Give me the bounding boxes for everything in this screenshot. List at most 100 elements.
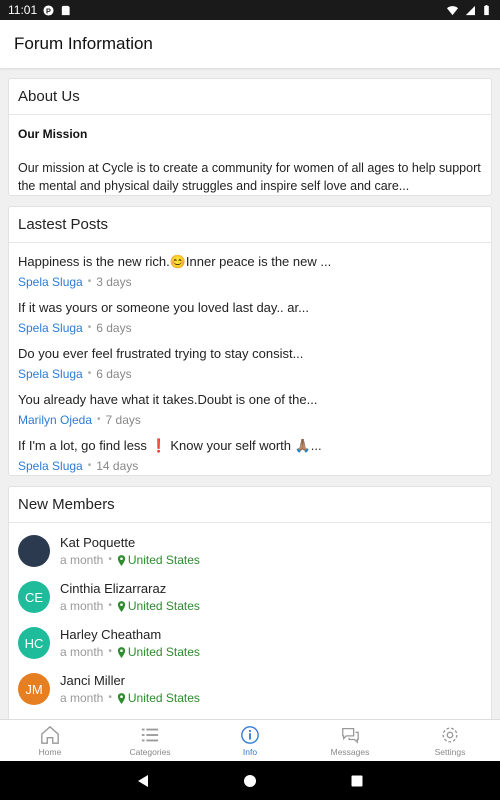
post-meta: Spela Sluga • 14 days — [18, 457, 482, 475]
post-author[interactable]: Spela Sluga — [18, 273, 83, 291]
about-card: About Us Our Mission Our mission at Cycl… — [8, 78, 492, 196]
post-author[interactable]: Spela Sluga — [18, 457, 83, 475]
post-time: 3 days — [96, 275, 132, 289]
post-title[interactable]: If I'm a lot, go find less ❗ Know your s… — [18, 435, 482, 457]
content-scroll[interactable]: About Us Our Mission Our mission at Cycl… — [0, 68, 500, 719]
nav-info[interactable]: Info — [200, 720, 300, 761]
post-meta: Spela Sluga • 3 days — [18, 273, 482, 291]
recents-icon[interactable] — [350, 774, 364, 788]
info-icon — [241, 725, 259, 744]
member-location-text: United States — [127, 645, 200, 659]
member-name[interactable]: Cinthia Elizarraraz — [60, 580, 200, 598]
nav-categories-label: Categories — [129, 746, 171, 757]
app-bar: Forum Information — [0, 20, 500, 68]
location-pin-icon — [117, 646, 125, 658]
member-item[interactable]: JM Janci Miller a month • United States — [9, 661, 491, 707]
page-title: Forum Information — [14, 34, 153, 53]
separator-dot: • — [87, 276, 92, 287]
location-pin-icon — [117, 554, 125, 566]
mission-title: Our Mission — [18, 127, 88, 141]
bottom-nav: Home Categories Info Messages Settings — [0, 719, 500, 761]
status-bar: 11:01 P — [0, 0, 500, 20]
mission-text: Our mission at Cycle is to create a comm… — [18, 161, 481, 193]
post-title[interactable]: If it was yours or someone you loved las… — [18, 297, 482, 319]
system-nav-bar — [0, 761, 500, 800]
svg-text:P: P — [46, 6, 51, 15]
nav-home-label: Home — [38, 746, 62, 757]
app-notification-icon: P — [43, 4, 54, 16]
separator-dot: • — [108, 600, 112, 611]
post-meta: Marilyn Ojeda • 7 days — [18, 411, 482, 429]
nav-categories[interactable]: Categories — [100, 720, 200, 761]
home-icon — [41, 725, 59, 744]
member-name[interactable]: Kat Poquette — [60, 534, 200, 552]
battery-icon — [484, 4, 489, 15]
wifi-icon — [447, 5, 458, 15]
member-time: a month — [60, 553, 104, 567]
avatar[interactable]: HC — [18, 627, 50, 659]
member-name[interactable]: Janci Miller — [60, 672, 200, 690]
post-item[interactable]: Do you ever feel frustrated trying to st… — [9, 343, 491, 383]
post-author[interactable]: Spela Sluga — [18, 319, 83, 337]
post-item[interactable]: If I'm a lot, go find less ❗ Know your s… — [9, 435, 491, 475]
post-item[interactable]: Happiness is the new rich.😊Inner peace i… — [9, 251, 491, 291]
gear-icon — [442, 727, 458, 742]
separator-dot: • — [87, 460, 92, 471]
signal-icon — [465, 5, 475, 15]
separator-dot: • — [87, 322, 92, 333]
separator-dot: • — [87, 368, 92, 379]
member-meta: a month • United States — [60, 644, 200, 660]
back-icon[interactable] — [136, 774, 150, 788]
chat-icon — [342, 727, 359, 744]
post-title[interactable]: Do you ever feel frustrated trying to st… — [18, 343, 482, 365]
status-time: 11:01 — [8, 3, 38, 17]
member-location: United States — [117, 552, 200, 568]
post-time: 6 days — [96, 321, 132, 335]
list-icon — [141, 728, 159, 741]
post-author[interactable]: Spela Sluga — [18, 365, 83, 383]
member-meta: a month • United States — [60, 552, 200, 568]
post-meta: Spela Sluga • 6 days — [18, 365, 482, 383]
post-title[interactable]: You already have what it takes.Doubt is … — [18, 389, 482, 411]
member-location-text: United States — [127, 691, 200, 705]
home-circle-icon[interactable] — [243, 774, 257, 788]
avatar[interactable] — [18, 535, 50, 567]
member-location-text: United States — [127, 553, 200, 567]
member-time: a month — [60, 645, 104, 659]
post-meta: Spela Sluga • 6 days — [18, 319, 482, 337]
separator-dot: • — [108, 646, 112, 657]
avatar[interactable]: CE — [18, 581, 50, 613]
member-time: a month — [60, 599, 104, 613]
post-time: 6 days — [96, 367, 132, 381]
post-time: 14 days — [96, 459, 139, 473]
member-location-text: United States — [127, 599, 200, 613]
members-header: New Members — [9, 487, 491, 523]
member-meta: a month • United States — [60, 690, 200, 706]
about-header: About Us — [9, 79, 491, 115]
post-item[interactable]: You already have what it takes.Doubt is … — [9, 389, 491, 429]
nav-messages[interactable]: Messages — [300, 720, 400, 761]
member-item[interactable]: HC Harley Cheatham a month • United Stat… — [9, 615, 491, 661]
nav-messages-label: Messages — [330, 746, 370, 757]
member-location: United States — [117, 690, 200, 706]
member-item[interactable]: Kat Poquette a month • United States — [9, 523, 491, 569]
member-time: a month — [60, 691, 104, 705]
member-location: United States — [117, 598, 200, 614]
avatar[interactable]: JM — [18, 673, 50, 705]
post-item[interactable]: If it was yours or someone you loved las… — [9, 297, 491, 337]
separator-dot: • — [108, 554, 112, 565]
new-members-card: New Members Kat Poquette a month • Unite… — [8, 486, 492, 719]
member-item[interactable]: CE Cinthia Elizarraraz a month • United … — [9, 569, 491, 615]
posts-header: Lastest Posts — [9, 207, 491, 243]
location-pin-icon — [117, 692, 125, 704]
nav-settings-label: Settings — [434, 746, 466, 757]
post-title[interactable]: Happiness is the new rich.😊Inner peace i… — [18, 251, 482, 273]
location-pin-icon — [117, 600, 125, 612]
nav-settings[interactable]: Settings — [400, 720, 500, 761]
member-name[interactable]: Harley Cheatham — [60, 626, 200, 644]
latest-posts-card: Lastest Posts Happiness is the new rich.… — [8, 206, 492, 476]
member-item[interactable] — [9, 707, 491, 719]
post-author[interactable]: Marilyn Ojeda — [18, 411, 92, 429]
post-time: 7 days — [105, 413, 141, 427]
nav-home[interactable]: Home — [0, 720, 100, 761]
